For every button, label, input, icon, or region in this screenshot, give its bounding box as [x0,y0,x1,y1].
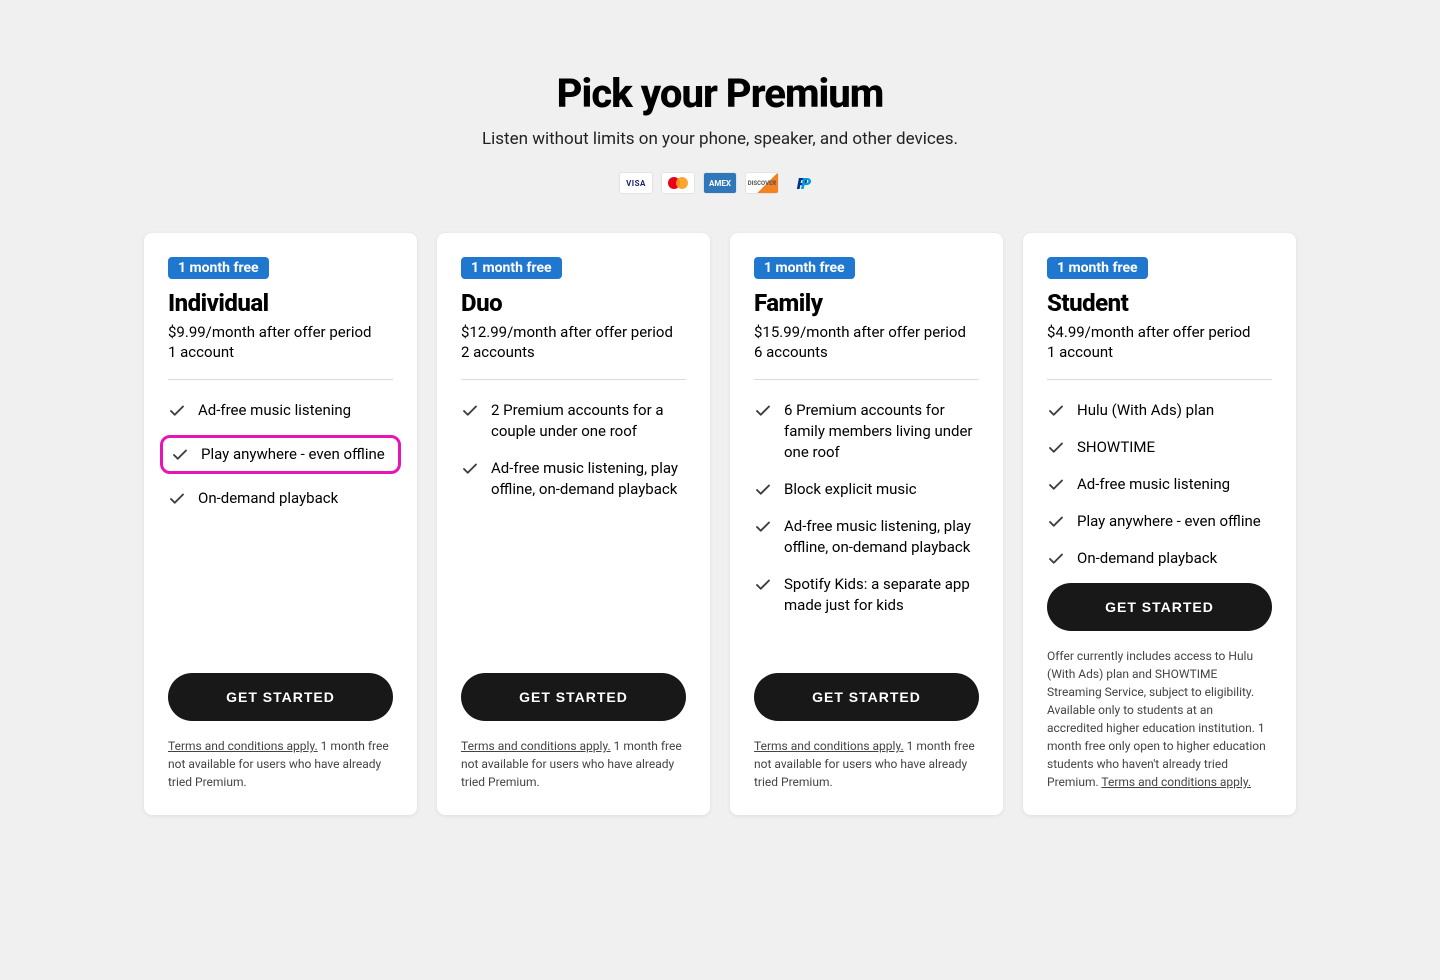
plans-grid: 1 month free Individual $9.99/month after … [60,233,1380,815]
amex-icon: AMEX [704,173,736,193]
plan-price: $9.99/month after offer period [168,323,393,341]
check-icon [1047,402,1065,420]
feature-text: On-demand playback [1077,548,1217,569]
check-icon [168,490,186,508]
check-icon [461,460,479,478]
feature-list: 2 Premium accounts for a couple under on… [461,398,686,673]
promo-badge: 1 month free [1047,257,1148,279]
feature-item: Hulu (With Ads) plan [1047,398,1272,423]
check-icon [461,402,479,420]
visa-icon: VISA [620,173,652,193]
feature-item: Ad-free music listening [1047,472,1272,497]
divider [168,379,393,380]
promo-badge: 1 month free [168,257,269,279]
feature-item: 2 Premium accounts for a couple under on… [461,398,686,444]
mastercard-icon [662,173,694,193]
feature-item: On-demand playback [168,486,393,511]
feature-item: Ad-free music listening [168,398,393,423]
feature-item: Play anywhere - even offline [160,435,401,474]
feature-item: 6 Premium accounts for family members li… [754,398,979,465]
feature-text: Play anywhere - even offline [201,444,385,465]
get-started-button[interactable]: GET STARTED [461,673,686,721]
fineprint: Terms and conditions apply. 1 month free… [461,737,686,791]
feature-item: Play anywhere - even offline [1047,509,1272,534]
feature-item: SHOWTIME [1047,435,1272,460]
plan-accounts: 6 accounts [754,343,979,361]
paypal-icon: PP [788,173,820,193]
fineprint: Offer currently includes access to Hulu … [1047,647,1272,791]
fineprint-text: Offer currently includes access to Hulu … [1047,649,1266,789]
feature-text: Hulu (With Ads) plan [1077,400,1214,421]
divider [461,379,686,380]
feature-list: Hulu (With Ads) plan SHOWTIME Ad-free musi… [1047,398,1272,583]
plan-price: $15.99/month after offer period [754,323,979,341]
terms-link[interactable]: Terms and conditions apply. [168,739,318,753]
check-icon [1047,476,1065,494]
feature-text: Play anywhere - even offline [1077,511,1261,532]
plan-card-individual: 1 month free Individual $9.99/month after … [144,233,417,815]
plan-name: Duo [461,289,686,317]
feature-item: Spotify Kids: a separate app made just f… [754,572,979,618]
check-icon [1047,439,1065,457]
feature-text: Ad-free music listening [1077,474,1230,495]
plan-card-family: 1 month free Family $15.99/month after off… [730,233,1003,815]
plan-accounts: 1 account [1047,343,1272,361]
check-icon [1047,550,1065,568]
promo-badge: 1 month free [461,257,562,279]
divider [1047,379,1272,380]
check-icon [754,576,772,594]
feature-text: Spotify Kids: a separate app made just f… [784,574,979,616]
feature-text: Ad-free music listening, play offline, o… [491,458,686,500]
feature-text: SHOWTIME [1077,437,1155,458]
fineprint: Terms and conditions apply. 1 month free… [168,737,393,791]
plan-name: Individual [168,289,393,317]
feature-item: On-demand playback [1047,546,1272,571]
terms-link[interactable]: Terms and conditions apply. [461,739,611,753]
feature-text: On-demand playback [198,488,338,509]
payment-methods: VISA AMEX DISCOVER PP [60,173,1380,193]
plan-card-student: 1 month free Student $4.99/month after off… [1023,233,1296,815]
check-icon [171,446,189,464]
get-started-button[interactable]: GET STARTED [168,673,393,721]
feature-item: Ad-free music listening, play offline, o… [754,514,979,560]
check-icon [754,481,772,499]
feature-list: Ad-free music listening Play anywhere - e… [168,398,393,673]
feature-text: Ad-free music listening [198,400,351,421]
terms-link[interactable]: Terms and conditions apply. [1101,775,1251,789]
plan-price: $12.99/month after offer period [461,323,686,341]
plan-name: Student [1047,289,1272,317]
plan-card-duo: 1 month free Duo $12.99/month after offer … [437,233,710,815]
check-icon [754,518,772,536]
feature-text: Block explicit music [784,479,917,500]
check-icon [168,402,186,420]
check-icon [1047,513,1065,531]
get-started-button[interactable]: GET STARTED [754,673,979,721]
feature-text: 2 Premium accounts for a couple under on… [491,400,686,442]
fineprint: Terms and conditions apply. 1 month free… [754,737,979,791]
plan-name: Family [754,289,979,317]
plan-accounts: 2 accounts [461,343,686,361]
page-subtitle: Listen without limits on your phone, spe… [60,129,1380,149]
feature-item: Block explicit music [754,477,979,502]
feature-text: Ad-free music listening, play offline, o… [784,516,979,558]
terms-link[interactable]: Terms and conditions apply. [754,739,904,753]
feature-item: Ad-free music listening, play offline, o… [461,456,686,502]
feature-text: 6 Premium accounts for family members li… [784,400,979,463]
get-started-button[interactable]: GET STARTED [1047,583,1272,631]
divider [754,379,979,380]
page-title: Pick your Premium [60,70,1380,117]
feature-list: 6 Premium accounts for family members li… [754,398,979,673]
check-icon [754,402,772,420]
discover-icon: DISCOVER [746,173,778,193]
plan-accounts: 1 account [168,343,393,361]
promo-badge: 1 month free [754,257,855,279]
pricing-header: Pick your Premium Listen without limits … [60,70,1380,193]
plan-price: $4.99/month after offer period [1047,323,1272,341]
